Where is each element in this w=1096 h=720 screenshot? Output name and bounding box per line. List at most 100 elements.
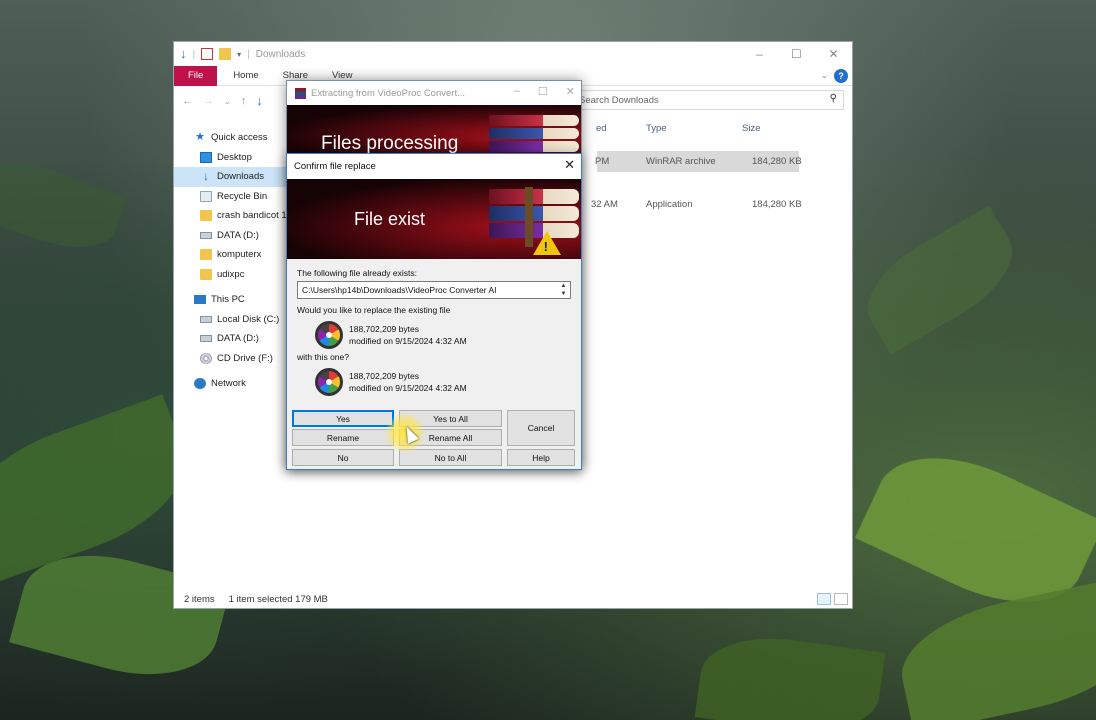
drive-icon [200,231,212,239]
cd-drive-icon [200,352,212,364]
help-icon[interactable]: ? [834,69,848,83]
nav-label: This PC [211,294,245,306]
nav-this-pc[interactable]: This PC [174,290,289,310]
winrar-books-icon [489,115,579,154]
background-leaf [0,146,128,264]
star-icon: ★ [195,131,205,144]
yes-button[interactable]: Yes [292,410,394,427]
nav-label: Network [211,378,246,390]
column-size[interactable]: Size [742,123,760,134]
cell-size: 184,280 KB [752,199,802,210]
nav-label: Recycle Bin [217,190,268,202]
drive-icon [200,315,212,323]
existing-file-size: 188,702,209 bytes [349,323,419,334]
existing-file-info: 188,702,209 bytes modified on 9/15/2024 … [297,315,571,355]
status-selection: 1 item selected 179 MB [228,594,328,605]
extract-maximize-button[interactable]: ☐ [538,85,548,98]
details-view-icon[interactable] [817,593,831,605]
folder-icon [200,268,212,280]
cell-type: Application [646,199,693,210]
column-date-modified[interactable]: ed [596,123,607,134]
nav-network[interactable]: Network [174,374,289,394]
replace-question: Would you like to replace the existing f… [297,305,451,315]
file-path-field[interactable]: C:\Users\hp14b\Downloads\VideoProc Conve… [297,281,571,299]
new-folder-icon[interactable] [219,48,232,60]
search-input[interactable]: Search Downloads ⚲ [574,90,844,110]
properties-icon[interactable] [201,48,214,60]
minimize-button[interactable]: – [741,42,778,66]
nav-cd-drive[interactable]: CD Drive (F:) [174,349,289,369]
warning-mark: ! [543,239,548,254]
nav-quick-access[interactable]: ★ Quick access [174,128,289,148]
exists-label: The following file already exists: [297,268,418,278]
window-title: Downloads [255,48,306,60]
file-row-application[interactable]: 32 AM Application 184,280 KB [591,194,852,215]
new-file-info: 188,702,209 bytes modified on 9/15/2024 … [297,362,571,402]
quick-access-dropdown-icon[interactable]: ▾ [237,50,241,59]
nav-downloads[interactable]: ↓ Downloads [174,167,289,187]
file-list-header: ed Type Size [596,117,852,139]
search-icon[interactable]: ⚲ [830,93,837,104]
extract-close-button[interactable]: ✕ [566,85,575,98]
cell-type: WinRAR archive [646,156,716,167]
cancel-button[interactable]: Cancel [507,410,575,446]
nav-label: udixpc [217,268,245,280]
file-path-text: C:\Users\hp14b\Downloads\VideoProc Conve… [302,285,497,295]
column-type[interactable]: Type [646,123,667,134]
nav-label: Desktop [217,151,252,163]
network-icon [194,378,206,390]
nav-komputerx[interactable]: komputerx [174,245,289,265]
path-scroll-icon[interactable]: ▲ ▼ [559,282,568,298]
banner-text: File exist [354,209,426,229]
winrar-icon [295,87,306,99]
rename-button[interactable]: Rename [292,429,394,446]
background-leaf [694,627,886,720]
videoproc-file-icon [315,321,343,349]
up-arrow-icon[interactable]: ↑ [241,95,247,107]
nav-label: Quick access [211,132,268,144]
nav-data-d-quick[interactable]: DATA (D:) [174,226,289,246]
nav-label: komputerx [217,249,262,261]
back-arrow-icon[interactable]: ← [182,95,193,107]
forward-arrow-icon[interactable]: → [203,95,214,107]
recent-locations-icon[interactable]: ⌄ [224,97,231,106]
folder-icon [200,210,212,222]
nav-data-d[interactable]: DATA (D:) [174,329,289,349]
maximize-button[interactable]: ☐ [778,42,815,66]
expand-ribbon-icon[interactable]: ⌄ [820,70,828,81]
nav-label: CD Drive (F:) [217,352,273,364]
tab-file[interactable]: File [174,65,218,86]
no-to-all-button[interactable]: No to All [399,449,502,466]
nav-label: crash bandicot 1 [217,210,287,222]
tab-home[interactable]: Home [221,66,270,86]
nav-recycle-bin[interactable]: Recycle Bin [174,187,289,207]
download-icon: ↓ [203,169,209,184]
nav-desktop[interactable]: Desktop [174,148,289,168]
background-leaf [850,205,1030,355]
file-row-archive[interactable]: PM WinRAR archive 184,280 KB [595,151,852,172]
search-placeholder: Search Downloads [579,94,659,106]
file-exist-banner: File exist ! [287,179,581,259]
dialog-close-icon[interactable]: ✕ [564,157,575,173]
nav-crash-bandicoot[interactable]: crash bandicot 1 [174,206,289,226]
confirm-file-replace-dialog: Confirm file replace ✕ File exist ! The … [286,153,582,470]
drive-icon [200,335,212,343]
extracting-titlebar: Extracting from VideoProc Convert... – ☐… [287,81,581,105]
explorer-titlebar: ↓ | ▾ | Downloads – ☐ ✕ [174,42,852,66]
new-file-modified: modified on 9/15/2024 4:32 AM [349,383,467,393]
large-icons-view-icon[interactable] [834,593,848,605]
nav-udixpc[interactable]: udixpc [174,265,289,285]
desktop-icon [200,151,212,163]
recycle-bin-icon [200,190,212,202]
extract-minimize-button[interactable]: – [514,85,520,98]
dialog-title: Confirm file replace [294,161,376,172]
close-button[interactable]: ✕ [815,42,852,66]
computer-icon [194,295,206,305]
cell-modified: 32 AM [591,199,618,210]
nav-local-disk[interactable]: Local Disk (C:) [174,310,289,330]
help-button[interactable]: Help [507,449,575,466]
no-button[interactable]: No [292,449,394,466]
banner-text: Files processing [321,133,459,154]
nav-label: DATA (D:) [217,229,259,241]
view-toggle [817,593,848,605]
